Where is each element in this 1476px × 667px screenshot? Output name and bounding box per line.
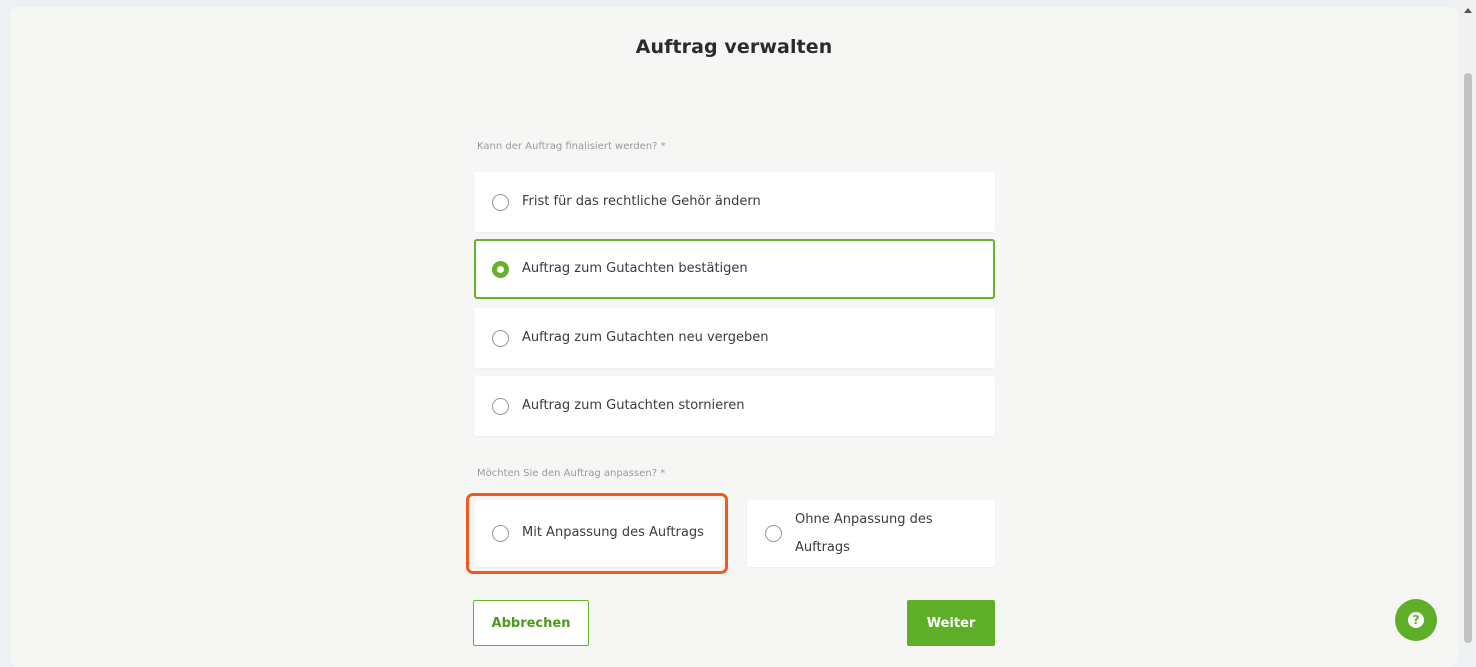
question-finalize-label: Kann der Auftrag finalisiert werden? * (477, 141, 666, 152)
option-label: Auftrag zum Gutachten stornieren (522, 397, 745, 413)
radio-icon[interactable] (492, 397, 509, 415)
question-mark-icon: ? (1408, 612, 1424, 628)
option-reassign-order[interactable]: Auftrag zum Gutachten neu vergeben (474, 308, 995, 368)
option-label: Ohne Anpassung des Auftrags (795, 511, 933, 555)
option-label: Mit Anpassung des Auftrags (522, 525, 704, 541)
option-label: Auftrag zum Gutachten bestätigen (522, 260, 748, 276)
option-label: Auftrag zum Gutachten neu vergeben (522, 329, 769, 345)
option-cancel-order[interactable]: Auftrag zum Gutachten stornieren (474, 376, 995, 436)
option-confirm-order[interactable]: Auftrag zum Gutachten bestätigen (474, 239, 995, 299)
radio-checked-icon[interactable] (492, 260, 509, 278)
radio-icon[interactable] (492, 329, 509, 347)
scrollbar[interactable] (1460, 0, 1476, 647)
option-change-deadline[interactable]: Frist für das rechtliche Gehör ändern (474, 172, 995, 232)
next-button[interactable]: Weiter (907, 600, 995, 646)
radio-icon[interactable] (492, 193, 509, 211)
scrollbar-thumb[interactable] (1464, 73, 1472, 643)
radio-icon[interactable] (492, 525, 509, 542)
help-button[interactable]: ? (1395, 599, 1437, 641)
question-adjust-label: Möchten Sie den Auftrag anpassen? * (477, 468, 666, 479)
dialog-title: Auftrag verwalten (635, 36, 833, 58)
option-without-adjustment[interactable]: Ohne Anpassung des Auftrags (747, 500, 995, 567)
radio-icon[interactable] (765, 525, 782, 542)
scroll-up-arrow-icon[interactable] (1464, 8, 1472, 13)
option-label: Frist für das rechtliche Gehör ändern (522, 193, 761, 209)
option-with-adjustment[interactable]: Mit Anpassung des Auftrags (474, 500, 722, 567)
cancel-button[interactable]: Abbrechen (473, 600, 589, 646)
